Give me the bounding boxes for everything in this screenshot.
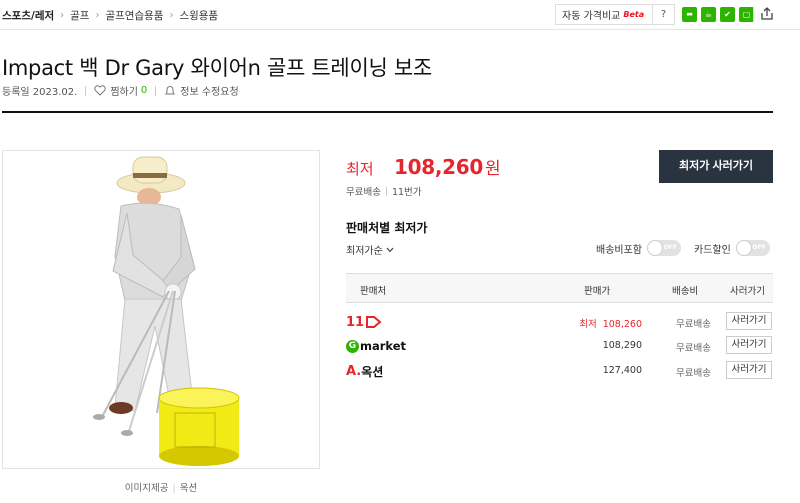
row-shipping: 무료배송 [676, 368, 711, 379]
row-price: 108,290 [603, 340, 642, 351]
row-shipping: 무료배송 [676, 319, 711, 330]
buy-button[interactable]: 사러가기 [726, 312, 772, 330]
product-image[interactable] [2, 150, 320, 469]
toggle-switch[interactable]: OFF [735, 240, 770, 256]
header-shipping: 배송비 [672, 286, 699, 297]
seller-logo-auction[interactable]: A. 옥션 [346, 363, 383, 379]
golfer-illustration [93, 156, 240, 466]
wish-count: 0 [140, 85, 148, 96]
lowest-price-label: 최저 [346, 160, 374, 178]
seller-label: 11번가 [391, 187, 422, 198]
chevron-right-icon: › [169, 10, 174, 21]
shipping-info: 무료배송 11번가 [346, 184, 422, 198]
shipping-included-label: 배송비포함 [596, 244, 642, 256]
breadcrumb: 스포츠/레저 › 골프 › 골프연습용품 › 스윙용품 [2, 8, 218, 23]
price-value: 108,290 [602, 340, 642, 351]
row-shipping: 무료배송 [676, 343, 711, 354]
card-discount-toggle[interactable]: 카드할인 OFF [694, 240, 770, 256]
auto-compare-toggle[interactable]: 자동 가격비교 Beta ? [555, 4, 675, 25]
naver-cafe-share-icon[interactable]: ☕ [701, 7, 716, 22]
breadcrumb-item-swing[interactable]: 스윙용품 [179, 8, 218, 23]
price-value: 108,260 [602, 319, 642, 330]
share-icons: ▬ ☕ ✔ ▢ [682, 7, 754, 22]
help-button[interactable]: ? [652, 5, 674, 24]
lowest-price: 108,260 원 [394, 154, 501, 179]
currency-label: 원 [485, 159, 501, 179]
product-meta: 등록일 2023.02. 찜하기 0 정보 수정요청 [2, 83, 239, 98]
chevron-right-icon: › [60, 10, 65, 21]
row-price: 최저 108,260 [579, 316, 642, 330]
image-caption: 이미지제공 | 옥션 [124, 483, 198, 494]
naver-band-share-icon[interactable]: ✔ [720, 7, 735, 22]
breadcrumb-item-golf[interactable]: 골프 [70, 8, 89, 23]
header-price: 판매가 [584, 286, 611, 297]
report-button[interactable]: 정보 수정요청 [164, 83, 239, 98]
auto-compare-label: 자동 가격비교 [562, 11, 621, 22]
row-price: 127,400 [603, 365, 642, 376]
sort-dropdown[interactable]: 최저가순 [346, 242, 394, 257]
shipping-label: 무료배송 [346, 187, 381, 198]
wish-button[interactable]: 찜하기 0 [94, 83, 147, 98]
header-seller: 판매처 [360, 286, 387, 297]
shipping-included-toggle[interactable]: 배송비포함 OFF [596, 240, 681, 256]
buy-button[interactable]: 사러가기 [726, 361, 772, 379]
seller-price-title: 판매처별 최저가 [346, 221, 428, 235]
sort-label: 최저가순 [346, 246, 383, 257]
buy-button[interactable]: 사러가기 [726, 336, 772, 354]
title-divider [2, 111, 773, 113]
report-label: 정보 수정요청 [180, 87, 239, 98]
table-row: Gmarket 108,290 무료배송 사러가기 [346, 334, 773, 358]
chevron-down-icon [386, 247, 394, 252]
lowest-tag: 최저 [579, 319, 597, 330]
heart-icon [94, 85, 106, 96]
table-row: 11 최저 108,260 무료배송 사러가기 [346, 310, 773, 334]
beta-badge: Beta [623, 10, 645, 19]
bell-icon [165, 86, 176, 95]
seller-logo-11st[interactable]: 11 [346, 314, 382, 330]
toggle-switch[interactable]: OFF [647, 240, 681, 256]
image-source: 옥션 [179, 483, 198, 494]
naver-blog-share-icon[interactable]: ▬ [682, 7, 697, 22]
seller-logo-gmarket[interactable]: Gmarket [346, 338, 406, 354]
product-title: Impact 백 Dr Gary 와이어n 골프 트레이닝 보조 [2, 56, 432, 80]
divider [753, 7, 754, 22]
price-value: 127,400 [602, 365, 642, 376]
breadcrumb-item-practice[interactable]: 골프연습용품 [105, 8, 163, 23]
buy-lowest-button[interactable]: 최저가 사러가기 [659, 150, 773, 183]
table-row: A. 옥션 127,400 무료배송 사러가기 [346, 359, 773, 383]
card-discount-label: 카드할인 [694, 244, 731, 256]
top-bar: 스포츠/레저 › 골프 › 골프연습용품 › 스윙용품 자동 가격비교 Beta… [0, 0, 800, 30]
chevron-right-icon: › [95, 10, 100, 21]
lowest-price-value: 108,260 [394, 155, 483, 179]
registered-date: 등록일 2023.02. [2, 87, 78, 98]
image-caption-label: 이미지제공 [124, 483, 169, 494]
naver-memo-share-icon[interactable]: ▢ [739, 7, 754, 22]
seller-table-header: 판매처 판매가 배송비 사러가기 [346, 273, 773, 303]
wish-label: 찜하기 [110, 87, 138, 98]
share-icon[interactable] [759, 6, 775, 22]
breadcrumb-item-sports[interactable]: 스포츠/레저 [2, 8, 54, 23]
header-buy: 사러가기 [730, 286, 765, 297]
